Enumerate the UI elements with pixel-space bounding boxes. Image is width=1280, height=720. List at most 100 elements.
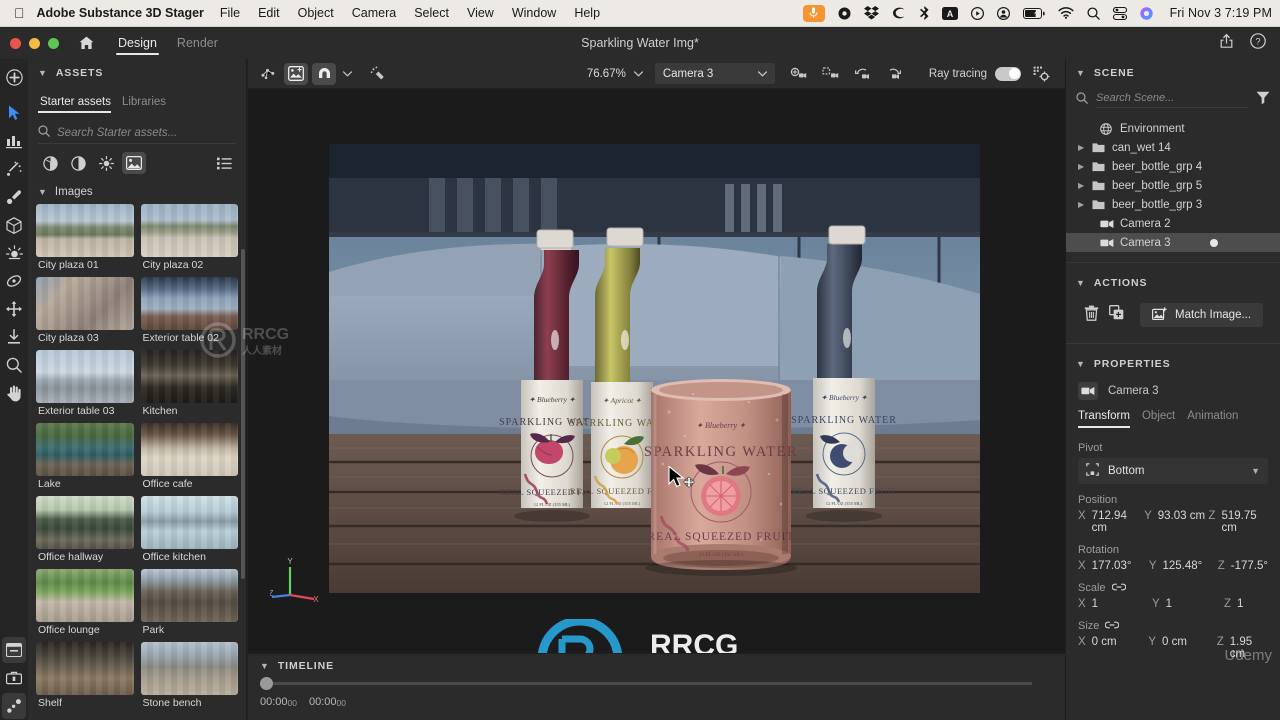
tab-starter-assets[interactable]: Starter assets <box>38 96 116 113</box>
rotation-x-field[interactable]: X 177.03° <box>1078 560 1149 572</box>
position-x-field[interactable]: X 712.94 cm <box>1078 510 1144 534</box>
asset-card[interactable]: Exterior table 03 <box>36 350 134 416</box>
duplicate-icon[interactable] <box>1109 305 1124 325</box>
spotlight-search-icon[interactable] <box>1087 6 1100 20</box>
duplicate-camera-icon[interactable] <box>819 63 843 85</box>
camera-redo-icon[interactable] <box>883 63 907 85</box>
scale-z-field[interactable]: Z1 <box>1224 598 1243 610</box>
scene-panel-header[interactable]: ▼ SCENE <box>1066 59 1280 87</box>
size-y-field[interactable]: Y0 cm <box>1148 636 1216 660</box>
home-icon[interactable] <box>70 36 102 50</box>
help-icon[interactable]: ? <box>1250 32 1266 54</box>
dropbox-icon[interactable] <box>863 6 879 20</box>
scene-tree-item[interactable]: ▶ beer_bottle_grp 5 <box>1066 176 1280 195</box>
scale-y-field[interactable]: Y1 <box>1152 598 1224 610</box>
images-section-header[interactable]: ▼ Images <box>28 178 246 204</box>
asset-card[interactable]: Office lounge <box>36 569 134 635</box>
size-x-field[interactable]: X0 cm <box>1078 636 1148 660</box>
pan-hand-icon[interactable] <box>2 380 26 406</box>
select-arrow-icon[interactable] <box>2 100 26 126</box>
magic-wand-icon[interactable] <box>2 156 26 182</box>
scatter-icon[interactable] <box>256 63 280 85</box>
camera-selector[interactable]: Camera 3 <box>654 63 775 84</box>
position-y-field[interactable]: Y 93.03 cm <box>1144 510 1208 534</box>
microphone-icon[interactable] <box>802 4 825 22</box>
move-icon[interactable] <box>2 296 26 322</box>
menu-help[interactable]: Help <box>574 6 600 20</box>
render-settings-icon[interactable] <box>1029 63 1053 85</box>
align-icon[interactable] <box>2 128 26 154</box>
menu-window[interactable]: Window <box>512 6 556 20</box>
assets-panel-header[interactable]: ▼ ASSETS <box>28 59 246 87</box>
asset-card[interactable]: Park <box>140 569 238 635</box>
render-canvas[interactable]: ✦ Blueberry ✦ SPARKLING WATER REAL SQUEE… <box>329 144 980 593</box>
active-camera-indicator[interactable] <box>1210 238 1218 247</box>
asset-card[interactable]: City plaza 02 <box>140 204 238 270</box>
macos-clock[interactable]: Fri Nov 3 7:19 PM <box>1170 6 1272 20</box>
tab-libraries[interactable]: Libraries <box>120 96 171 113</box>
control-center-icon[interactable] <box>1112 6 1127 20</box>
asset-card[interactable]: Office cafe <box>140 423 238 489</box>
siri-icon[interactable] <box>1139 6 1153 20</box>
chevron-right-icon[interactable]: ▶ <box>1078 143 1086 152</box>
magnet-snap-icon[interactable] <box>312 62 336 85</box>
scale-x-field[interactable]: X1 <box>1078 598 1152 610</box>
physics-simulate-icon[interactable] <box>366 63 390 85</box>
drop-to-floor-icon[interactable] <box>2 324 26 350</box>
rotation-y-field[interactable]: Y 125.48° <box>1149 560 1218 572</box>
scene-tree-item[interactable]: Camera 2 <box>1066 214 1280 233</box>
maximize-window-button[interactable] <box>48 37 59 49</box>
trash-icon[interactable] <box>1084 305 1099 326</box>
menu-edit[interactable]: Edit <box>258 6 280 20</box>
asset-card[interactable]: Office hallway <box>36 496 134 562</box>
actions-panel-header[interactable]: ▼ ACTIONS <box>1066 269 1280 297</box>
timeline-playhead[interactable] <box>260 677 273 690</box>
tab-object[interactable]: Object <box>1142 410 1175 428</box>
tab-transform[interactable]: Transform <box>1078 410 1130 428</box>
library-icon[interactable] <box>2 637 26 663</box>
asset-card[interactable]: Stone bench <box>140 642 238 708</box>
rotate-orbit-icon[interactable] <box>2 268 26 294</box>
light-icon[interactable] <box>2 240 26 266</box>
link-icon[interactable] <box>1111 582 1126 594</box>
assets-search[interactable]: Search Starter assets... <box>38 122 236 144</box>
add-icon[interactable] <box>2 64 26 90</box>
snap-dropdown-chevron-icon[interactable] <box>340 63 354 85</box>
menu-object[interactable]: Object <box>298 6 334 20</box>
scene-tree-item[interactable]: Environment <box>1066 119 1280 138</box>
asset-card[interactable]: Lake <box>36 423 134 489</box>
tab-animation[interactable]: Animation <box>1187 410 1238 428</box>
menu-view[interactable]: View <box>467 6 494 20</box>
camera-undo-icon[interactable] <box>851 63 875 85</box>
match-image-button[interactable]: Match Image... <box>1140 303 1264 327</box>
share-icon[interactable] <box>1219 33 1234 54</box>
record-icon[interactable] <box>838 7 851 20</box>
asset-card[interactable]: City plaza 01 <box>36 204 134 270</box>
chevron-right-icon[interactable]: ▶ <box>1078 200 1086 209</box>
add-camera-icon[interactable] <box>787 63 811 85</box>
minimize-window-button[interactable] <box>29 37 40 49</box>
app-name-label[interactable]: Adobe Substance 3D Stager <box>37 6 204 20</box>
account-circle-icon[interactable] <box>996 6 1010 20</box>
properties-panel-header[interactable]: ▼ PROPERTIES <box>1066 350 1280 378</box>
toolbox-icon[interactable] <box>2 665 26 691</box>
play-circle-icon[interactable] <box>970 6 984 20</box>
lights-filter-icon[interactable] <box>94 152 118 174</box>
menu-select[interactable]: Select <box>414 6 449 20</box>
timeline-track[interactable] <box>260 682 1032 685</box>
zoom-level-selector[interactable]: 76.67% <box>581 63 649 84</box>
link-icon[interactable] <box>1105 620 1120 632</box>
pivot-selector[interactable]: Bottom ▼ <box>1078 458 1268 484</box>
list-view-icon[interactable] <box>212 152 236 174</box>
models-filter-icon[interactable] <box>38 152 62 174</box>
scene-tree-item[interactable]: ▶ can_wet 14 <box>1066 138 1280 157</box>
asset-card[interactable]: Shelf <box>36 642 134 708</box>
assets-scrollbar[interactable] <box>241 249 245 579</box>
image-match-icon[interactable] <box>284 62 308 85</box>
bluetooth-icon[interactable] <box>919 6 929 20</box>
apple-menu-icon[interactable]:  <box>14 6 25 20</box>
position-z-field[interactable]: Z 519.75 cm <box>1208 510 1268 534</box>
wifi-icon[interactable] <box>1058 7 1074 19</box>
chevron-right-icon[interactable]: ▶ <box>1078 181 1086 190</box>
tab-design[interactable]: Design <box>108 27 167 59</box>
